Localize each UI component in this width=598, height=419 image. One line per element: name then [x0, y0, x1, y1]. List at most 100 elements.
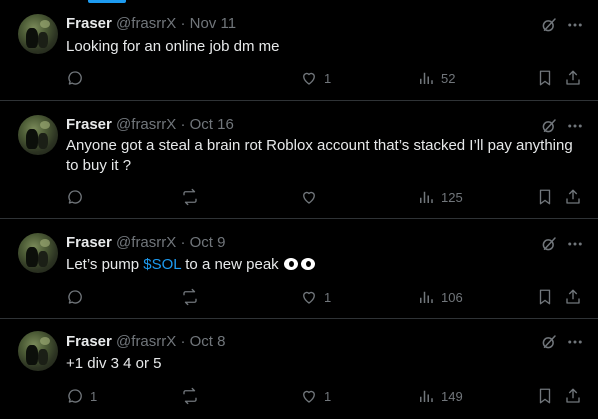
- view-count: 106: [441, 289, 463, 305]
- post-text: Looking for an online job dm me: [66, 38, 280, 55]
- reply-icon: [68, 290, 82, 304]
- avatar[interactable]: [18, 331, 58, 371]
- post-text-part: to a new peak: [181, 256, 279, 273]
- repost-button[interactable]: [181, 386, 199, 406]
- display-name[interactable]: Fraser: [66, 116, 112, 133]
- like-icon: [303, 291, 315, 304]
- share-button[interactable]: [564, 287, 582, 307]
- grok-icon[interactable]: [540, 333, 558, 351]
- reply-icon: [68, 190, 82, 204]
- post-header: Fraser @frasrrX · Oct 16: [66, 116, 234, 134]
- reply-button[interactable]: [66, 68, 84, 88]
- display-name[interactable]: Fraser: [66, 234, 112, 251]
- more-icon[interactable]: [566, 235, 584, 253]
- post[interactable]: Fraser @frasrrX · Nov 11 Looking for an …: [0, 0, 598, 101]
- like-button[interactable]: 1: [300, 386, 331, 406]
- more-icon[interactable]: [566, 16, 584, 34]
- eyes-emoji-icon: [283, 258, 298, 270]
- post-text: +1 div 3 4 or 5: [66, 355, 162, 372]
- post-header: Fraser @frasrrX · Nov 11: [66, 15, 236, 33]
- like-button[interactable]: 1: [300, 68, 331, 88]
- like-count: 1: [324, 289, 332, 305]
- views-button[interactable]: 52: [417, 68, 455, 88]
- bookmark-button[interactable]: [536, 386, 554, 406]
- user-handle[interactable]: @frasrrX: [116, 333, 176, 350]
- post-text-part: Let’s pump: [66, 256, 144, 273]
- views-icon: [420, 191, 433, 203]
- views-icon: [420, 390, 433, 402]
- grok-icon[interactable]: [540, 235, 558, 253]
- like-button[interactable]: 1: [300, 287, 331, 307]
- avatar[interactable]: [18, 14, 58, 54]
- bookmark-button[interactable]: [536, 187, 554, 207]
- view-count: 52: [441, 70, 456, 86]
- grok-icon[interactable]: [540, 16, 558, 34]
- views-button[interactable]: 125: [417, 187, 463, 207]
- post-header: Fraser @frasrrX · Oct 9: [66, 234, 225, 252]
- views-icon: [420, 72, 433, 84]
- more-icon[interactable]: [566, 117, 584, 135]
- post-header: Fraser @frasrrX · Oct 8: [66, 333, 225, 351]
- post-date[interactable]: Oct 16: [190, 116, 234, 133]
- views-button[interactable]: 106: [417, 287, 463, 307]
- reply-icon: [68, 71, 82, 85]
- separator: ·: [180, 15, 186, 32]
- separator: ·: [180, 116, 186, 133]
- bookmark-icon: [539, 70, 551, 86]
- separator: ·: [180, 234, 186, 251]
- reply-button[interactable]: [66, 287, 84, 307]
- user-handle[interactable]: @frasrrX: [116, 15, 176, 32]
- separator: ·: [180, 333, 186, 350]
- post-text: Anyone got a steal a brain rot Roblox ac…: [66, 137, 573, 174]
- post-date[interactable]: Nov 11: [190, 15, 236, 32]
- eyes-emoji-icon: [300, 258, 315, 270]
- post[interactable]: Fraser @frasrrX · Oct 9 Let’s pump $SOL …: [0, 219, 598, 319]
- share-icon: [566, 388, 580, 403]
- views-button[interactable]: 149: [417, 386, 463, 406]
- reply-count: 1: [90, 388, 98, 404]
- bookmark-button[interactable]: [536, 68, 554, 88]
- bookmark-icon: [539, 289, 551, 305]
- display-name[interactable]: Fraser: [66, 333, 112, 350]
- reply-icon: [68, 389, 82, 403]
- bookmark-button[interactable]: [536, 287, 554, 307]
- post-text: Let’s pump $SOL to a new peak: [66, 255, 578, 275]
- reply-button[interactable]: 1: [66, 386, 97, 406]
- repost-button[interactable]: [181, 287, 199, 307]
- more-icon[interactable]: [566, 333, 584, 351]
- avatar[interactable]: [18, 233, 58, 273]
- post-date[interactable]: Oct 9: [190, 234, 226, 251]
- view-count: 149: [441, 388, 463, 404]
- share-icon: [566, 189, 580, 204]
- user-handle[interactable]: @frasrrX: [116, 234, 176, 251]
- like-count: 1: [324, 388, 332, 404]
- post[interactable]: Fraser @frasrrX · Oct 8 +1 div 3 4 or 5 …: [0, 319, 598, 419]
- avatar[interactable]: [18, 115, 58, 155]
- views-icon: [420, 291, 433, 303]
- grok-icon[interactable]: [540, 117, 558, 135]
- post-actions: 1 52: [66, 68, 586, 88]
- cashtag-link[interactable]: $SOL: [143, 256, 181, 273]
- like-icon: [303, 390, 315, 403]
- post[interactable]: Fraser @frasrrX · Oct 16 Anyone got a st…: [0, 101, 598, 219]
- post-date[interactable]: Oct 8: [190, 333, 226, 350]
- like-button[interactable]: [300, 187, 318, 207]
- display-name[interactable]: Fraser: [66, 15, 112, 32]
- bookmark-icon: [539, 189, 551, 205]
- share-icon: [566, 70, 580, 85]
- post-actions: 1 106: [66, 287, 586, 307]
- share-button[interactable]: [564, 187, 582, 207]
- share-button[interactable]: [564, 386, 582, 406]
- post-actions: 125: [66, 187, 586, 207]
- share-button[interactable]: [564, 68, 582, 88]
- like-count: 1: [324, 70, 332, 86]
- like-icon: [303, 191, 315, 204]
- reply-button[interactable]: [66, 187, 84, 207]
- repost-icon: [183, 288, 197, 306]
- view-count: 125: [441, 189, 463, 205]
- repost-icon: [183, 188, 197, 206]
- repost-icon: [183, 387, 197, 405]
- repost-button[interactable]: [181, 187, 199, 207]
- share-icon: [566, 289, 580, 304]
- user-handle[interactable]: @frasrrX: [116, 116, 176, 133]
